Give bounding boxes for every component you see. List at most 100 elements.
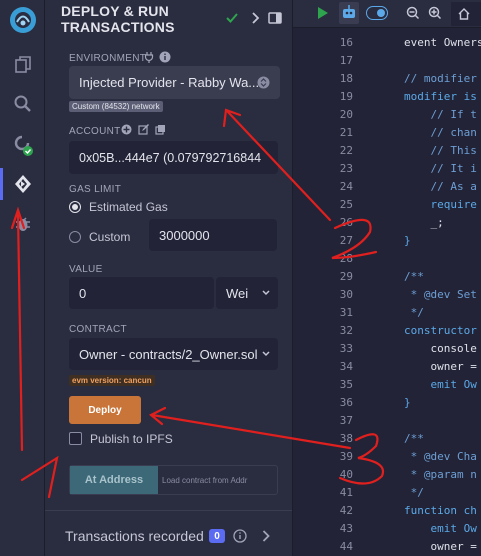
- panel-title: DEPLOY & RUN TRANSACTIONS: [61, 3, 175, 35]
- code-line[interactable]: // It i: [404, 160, 476, 178]
- info-icon[interactable]: [159, 51, 171, 63]
- code-line[interactable]: * @dev Cha: [404, 448, 477, 466]
- line-number-gutter: 16 17 18 19 20 21 22 23 24 25 26 27 28 29 30 31 32 33 34 35…: [293, 28, 363, 556]
- code-line[interactable]: // This: [404, 142, 476, 160]
- code-line[interactable]: function ch: [404, 502, 477, 520]
- custom-gas-input[interactable]: 3000000: [149, 219, 277, 251]
- account-label: ACCOUNT: [69, 126, 121, 137]
- add-account-icon[interactable]: [121, 124, 132, 135]
- line-number: 16: [339, 36, 353, 49]
- code-line[interactable]: owner =: [404, 358, 476, 376]
- deploy-button-label: Deploy: [88, 404, 122, 416]
- contract-select[interactable]: Owner - contracts/2_Owner.sol: [69, 338, 278, 370]
- panel-toggle-icon[interactable]: [268, 12, 282, 24]
- value-unit-select[interactable]: Wei: [216, 277, 278, 309]
- zoom-out-icon[interactable]: [406, 6, 420, 20]
- code-line[interactable]: _;: [404, 214, 443, 232]
- value-unit-value: Wei: [226, 285, 249, 301]
- edit-icon[interactable]: [138, 124, 149, 135]
- code-line[interactable]: emit Ow: [404, 376, 476, 394]
- zoom-in-icon[interactable]: [428, 6, 442, 20]
- code-line[interactable]: }: [404, 232, 411, 250]
- estimated-gas-radio[interactable]: [69, 201, 81, 213]
- code-line[interactable]: owner =: [404, 538, 476, 556]
- line-number: 30: [339, 288, 353, 301]
- account-select-value: 0x05B...444e7 (0.079792716844: [79, 150, 262, 165]
- transactions-count-badge: 0: [209, 529, 225, 543]
- account-select[interactable]: 0x05B...444e7 (0.079792716844: [69, 141, 278, 174]
- line-number: 24: [339, 180, 353, 193]
- line-number: 23: [339, 162, 353, 175]
- value-label: VALUE: [69, 264, 103, 275]
- code-line[interactable]: constructor: [404, 322, 477, 340]
- line-number: 20: [339, 108, 353, 121]
- publish-ipfs-label: Publish to IPFS: [90, 432, 173, 446]
- code-line[interactable]: // chan: [404, 124, 476, 142]
- at-address-button[interactable]: At Address: [70, 466, 158, 494]
- at-address-input[interactable]: Load contract from Addr: [162, 466, 247, 494]
- autocompile-toggle[interactable]: [366, 6, 388, 20]
- remix-logo-icon[interactable]: [0, 2, 45, 38]
- line-number: 37: [339, 414, 353, 427]
- line-number: 21: [339, 126, 353, 139]
- icon-rail: [0, 0, 45, 556]
- line-number: 38: [339, 432, 353, 445]
- editor-toolbar: [293, 0, 481, 28]
- remix-ide-window: DEPLOY & RUN TRANSACTIONS ENVIRONMENT In…: [0, 0, 481, 556]
- line-number: 18: [339, 72, 353, 85]
- at-address-label: At Address: [84, 474, 144, 486]
- deploy-run-icon[interactable]: [0, 167, 45, 201]
- line-number: 36: [339, 396, 353, 409]
- network-badge: Custom (84532) network: [69, 101, 163, 112]
- code-line[interactable]: // As a: [404, 178, 476, 196]
- code-line[interactable]: /**: [404, 430, 424, 448]
- code-line[interactable]: emit Ow: [404, 520, 476, 538]
- line-number: 44: [339, 540, 353, 553]
- search-icon[interactable]: [0, 87, 45, 121]
- code-line[interactable]: console: [404, 340, 476, 358]
- code-line[interactable]: event Owners: [404, 34, 481, 52]
- code-line[interactable]: * @param n: [404, 466, 477, 484]
- publish-ipfs-checkbox[interactable]: [69, 432, 82, 445]
- environment-select[interactable]: Injected Provider - Rabby Wa...: [69, 66, 280, 99]
- custom-gas-radio[interactable]: [69, 231, 81, 243]
- chevron-down-icon: [262, 351, 270, 357]
- evm-version-badge: evm version: cancun: [69, 375, 155, 386]
- code-line[interactable]: */: [404, 304, 424, 322]
- file-explorer-icon[interactable]: [0, 48, 45, 82]
- at-address-placeholder: Load contract from Addr: [162, 475, 248, 485]
- deploy-button[interactable]: Deploy: [69, 396, 141, 424]
- line-number: 28: [339, 252, 353, 265]
- line-number: 31: [339, 306, 353, 319]
- run-play-icon[interactable]: [317, 6, 329, 20]
- copy-icon[interactable]: [155, 124, 166, 135]
- chevron-right-icon[interactable]: [262, 530, 270, 542]
- ai-robot-icon[interactable]: [339, 2, 359, 24]
- debugger-bug-icon[interactable]: [0, 207, 45, 241]
- code-line[interactable]: /**: [404, 268, 424, 286]
- info-icon[interactable]: [233, 529, 247, 543]
- checkmark-icon: [226, 13, 238, 23]
- code-line[interactable]: require: [404, 196, 476, 214]
- line-number: 34: [339, 360, 353, 373]
- code-line[interactable]: // modifier: [404, 70, 477, 88]
- environment-select-value: Injected Provider - Rabby Wa...: [79, 75, 260, 90]
- code-line[interactable]: */: [404, 484, 424, 502]
- solidity-compiler-icon[interactable]: [0, 128, 45, 162]
- deploy-run-panel: DEPLOY & RUN TRANSACTIONS ENVIRONMENT In…: [45, 0, 292, 556]
- transactions-recorded-bar[interactable]: Transactions recorded 0: [45, 510, 292, 556]
- line-number: 40: [339, 468, 353, 481]
- code-line[interactable]: // If t: [404, 106, 476, 124]
- custom-gas-input-value: 3000000: [159, 227, 210, 243]
- custom-gas-label: Custom: [89, 230, 131, 244]
- code-line[interactable]: }: [404, 394, 411, 412]
- estimated-gas-label: Estimated Gas: [89, 200, 168, 214]
- line-number: 39: [339, 450, 353, 463]
- contract-label: CONTRACT: [69, 324, 127, 335]
- code-line[interactable]: * @dev Set: [404, 286, 477, 304]
- value-input[interactable]: 0: [69, 277, 214, 309]
- home-tab[interactable]: [451, 2, 481, 26]
- chevron-right-icon[interactable]: [251, 12, 261, 24]
- panel-title-line1: DEPLOY & RUN: [61, 3, 169, 19]
- code-line[interactable]: modifier is: [404, 88, 477, 106]
